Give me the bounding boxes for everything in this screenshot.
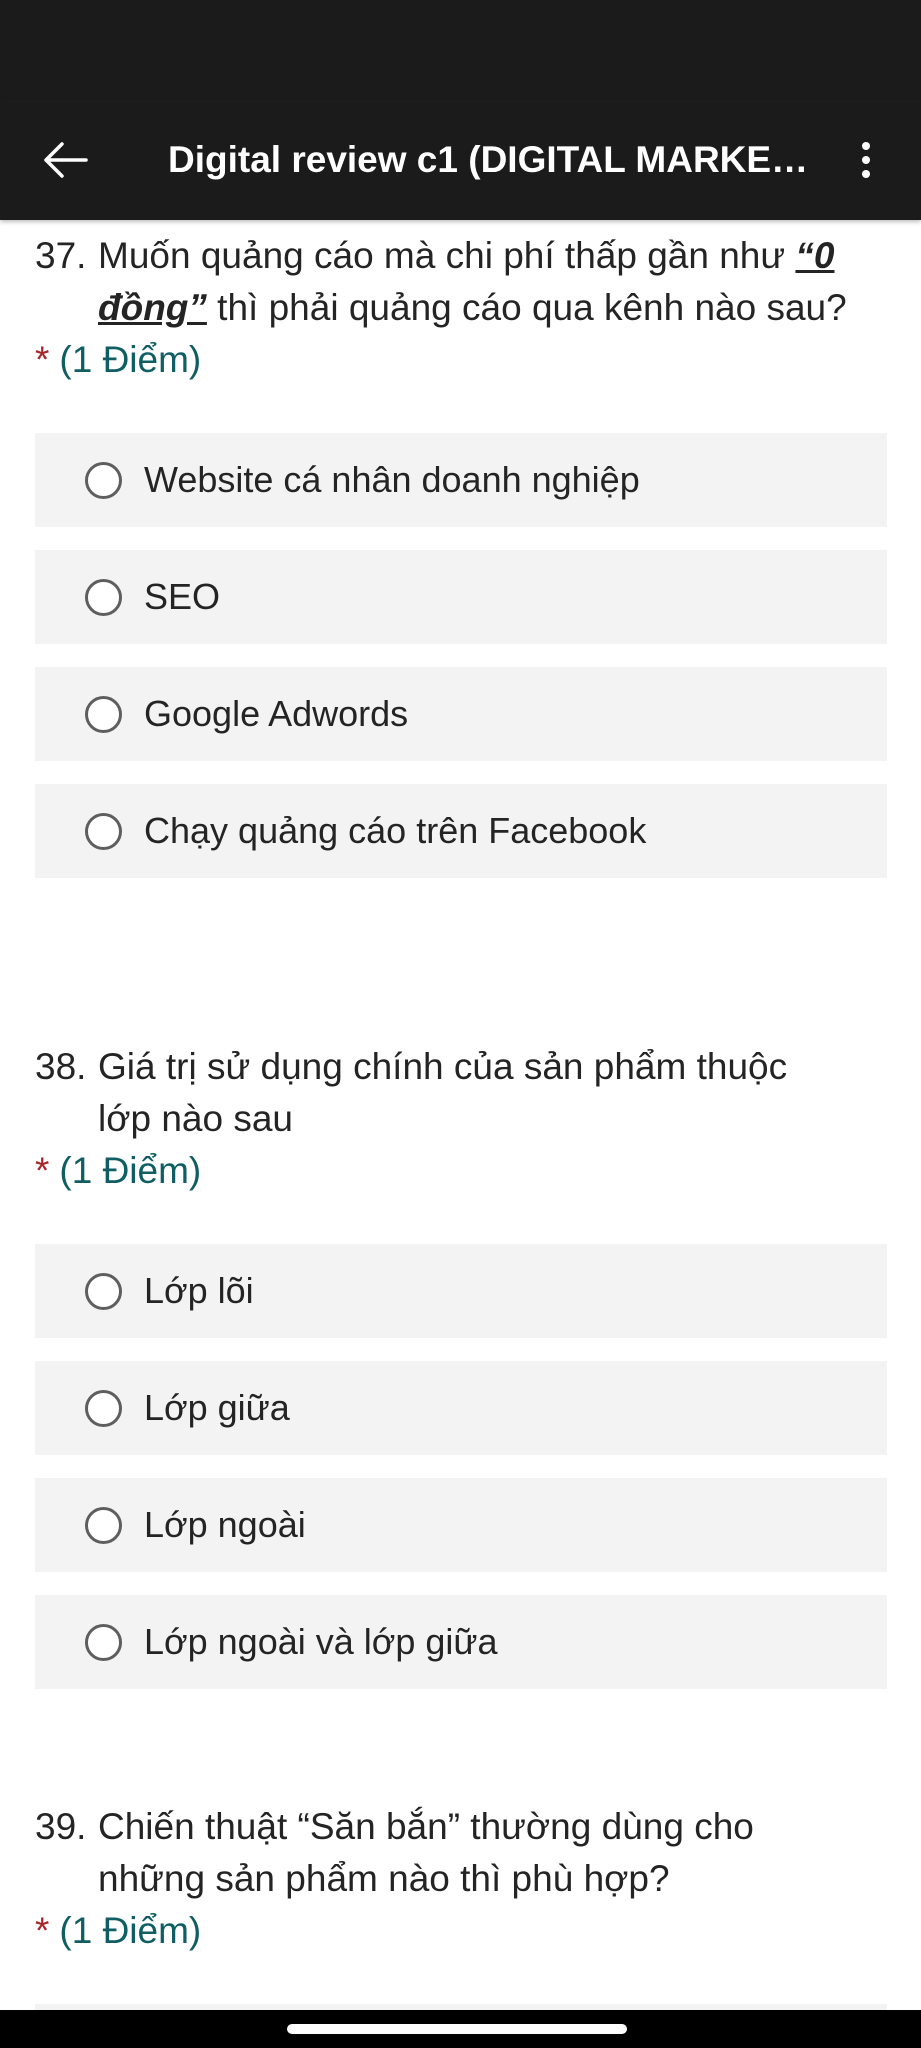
option-label: Chạy quảng cáo trên Facebook xyxy=(144,810,647,851)
radio-button[interactable] xyxy=(85,1506,122,1544)
option-label: SEO xyxy=(144,576,221,617)
question-number: 39. xyxy=(35,1806,87,1847)
more-vertical-icon xyxy=(862,142,870,178)
radio-button[interactable] xyxy=(85,461,122,499)
option-middle-layer[interactable]: Lớp giữa xyxy=(35,1361,887,1455)
option-core-layer[interactable]: Lớp lõi xyxy=(35,1244,887,1338)
question-body: Chiến thuật “Săn bắn” thường dùng cho nh… xyxy=(98,1806,754,1899)
option-outer-and-middle-layer[interactable]: Lớp ngoài và lớp giữa xyxy=(35,1595,887,1689)
options-list: Lớp lõi Lớp giữa Lớp ngoài Lớp ngoài và … xyxy=(35,1244,887,1689)
option-label: Lớp lõi xyxy=(144,1270,254,1311)
radio-button[interactable] xyxy=(85,578,122,616)
points-label: (1 Điểm) xyxy=(59,339,202,380)
question-number: 38. xyxy=(35,1046,87,1087)
option-website[interactable]: Website cá nhân doanh nghiệp xyxy=(35,433,887,527)
navigation-bar xyxy=(0,2010,921,2048)
form-title: Digital review c1 (DIGITAL MARKETING) xyxy=(168,139,811,180)
option-label: Google Adwords xyxy=(144,693,409,734)
points-label: (1 Điểm) xyxy=(59,1150,202,1191)
question-38: 38. Giá trị sử dụng chính của sản phẩm t… xyxy=(35,1041,887,1712)
question-text-part: Muốn quảng cáo mà chi phí thấp gần như xyxy=(98,235,796,276)
option-outer-layer[interactable]: Lớp ngoài xyxy=(35,1478,887,1572)
option-facebook-ads[interactable]: Chạy quảng cáo trên Facebook xyxy=(35,784,887,878)
radio-button[interactable] xyxy=(85,1623,122,1661)
home-indicator[interactable] xyxy=(287,2024,627,2034)
option-label: Lớp ngoài và lớp giữa xyxy=(144,1621,498,1662)
question-body: Giá trị sử dụng chính của sản phẩm thuộc… xyxy=(98,1046,788,1139)
question-39: 39. Chiến thuật “Săn bắn” thường dùng ch… xyxy=(35,1801,887,2010)
status-bar xyxy=(0,0,921,100)
radio-button[interactable] xyxy=(85,695,122,733)
question-text: 39. Chiến thuật “Săn bắn” thường dùng ch… xyxy=(35,1801,887,1905)
question-points: * (1 Điểm) xyxy=(35,1145,887,1197)
option-seo[interactable]: SEO xyxy=(35,550,887,644)
required-mark: * xyxy=(35,339,50,380)
more-options-button[interactable] xyxy=(811,100,921,220)
points-label: (1 Điểm) xyxy=(59,1910,202,1951)
option-label: Website cá nhân doanh nghiệp xyxy=(144,459,640,500)
radio-button[interactable] xyxy=(85,812,122,850)
option-label: Lớp giữa xyxy=(144,1387,290,1428)
question-37: 37. Muốn quảng cáo mà chi phí thấp gần n… xyxy=(35,230,887,901)
question-body: Muốn quảng cáo mà chi phí thấp gần như “… xyxy=(98,230,887,334)
options-list: Website cá nhân doanh nghiệp SEO Google … xyxy=(35,433,887,878)
radio-button[interactable] xyxy=(85,1272,122,1310)
question-text: 38. Giá trị sử dụng chính của sản phẩm t… xyxy=(35,1041,887,1145)
question-number: 37. xyxy=(35,235,87,276)
question-points: * (1 Điểm) xyxy=(35,1905,887,1957)
app-bar: Digital review c1 (DIGITAL MARKETING) xyxy=(0,100,921,220)
question-text-part: thì phải quảng cáo qua kênh nào sau? xyxy=(206,287,847,328)
form-content: 37. Muốn quảng cáo mà chi phí thấp gần n… xyxy=(0,220,921,2010)
required-mark: * xyxy=(35,1150,50,1191)
required-mark: * xyxy=(35,1910,50,1951)
radio-button[interactable] xyxy=(85,1389,122,1427)
question-points: * (1 Điểm) xyxy=(35,334,887,386)
option-google-adwords[interactable]: Google Adwords xyxy=(35,667,887,761)
question-text: 37. Muốn quảng cáo mà chi phí thấp gần n… xyxy=(35,230,887,334)
arrow-left-icon xyxy=(44,142,88,178)
option-label: Lớp ngoài xyxy=(144,1504,306,1545)
back-button[interactable] xyxy=(0,100,130,220)
